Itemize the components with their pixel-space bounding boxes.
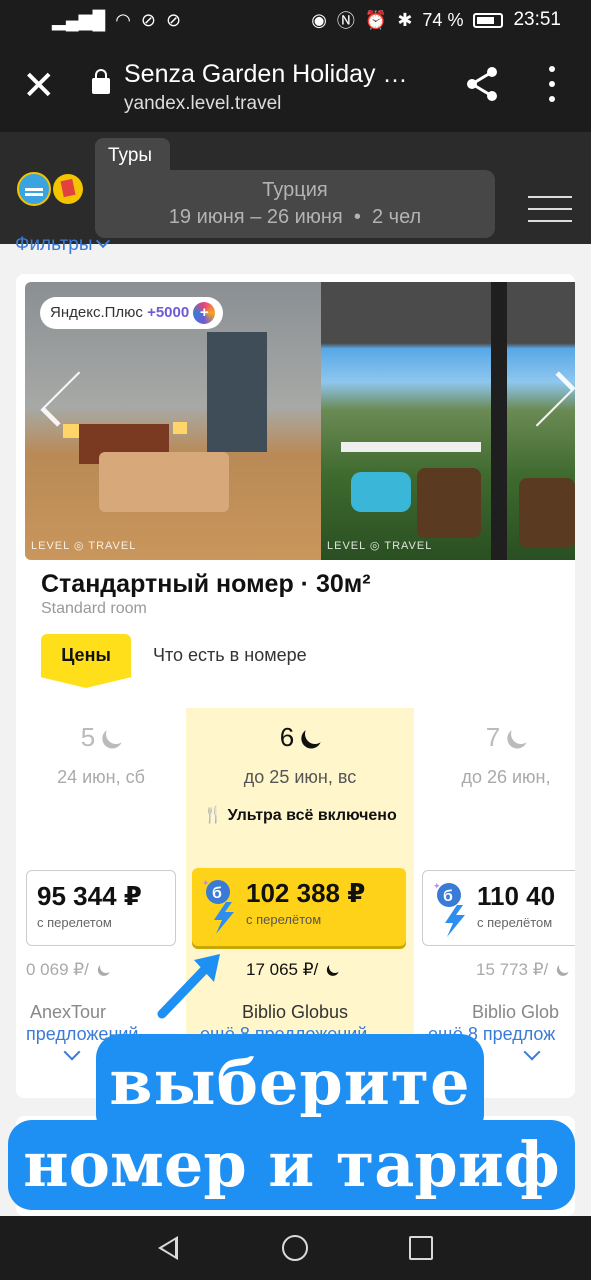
menu-icon[interactable] (528, 196, 572, 222)
search-summary[interactable]: Турция 19 июня – 26 июня • 2 чел (95, 170, 495, 238)
plus-badge-label: Яндекс.Плюс (50, 304, 143, 321)
search-dates: 19 июня – 26 июня (168, 206, 343, 228)
filters-label: Фильтры (15, 234, 93, 255)
recent-apps-icon[interactable] (409, 1236, 433, 1260)
site-logo[interactable] (17, 172, 83, 206)
browser-toolbar: ✕ Senza Garden Holiday … yandex.level.tr… (0, 40, 591, 132)
moon-icon (508, 721, 534, 747)
battery-percent: 74 % (422, 9, 464, 30)
price-per-day: 17 065 ₽/ (246, 960, 336, 980)
overlay-text-line1: выберите (109, 1046, 471, 1119)
fork-knife-icon: 🍴 (203, 807, 224, 824)
tab-prices[interactable]: Цены (41, 634, 131, 688)
tab-tours[interactable]: Туры (95, 138, 170, 172)
return-date: 24 июн, сб (57, 767, 145, 787)
clock: 23:51 (513, 9, 561, 30)
nfc-icon: Ⓝ (336, 11, 355, 31)
cashback-bolt-icon: б ✦ (202, 878, 234, 934)
more-options-icon[interactable] (540, 66, 564, 102)
price-note: с перелетом (37, 915, 112, 930)
check-circle-icon: ⊘ (166, 9, 182, 30)
nights-count: 7 (426, 722, 575, 753)
room-card: LEVEL ◎ TRAVEL LEVEL ◎ TRAVEL Яндекс.Плю… (16, 274, 575, 1098)
logo-bag-icon (53, 174, 83, 204)
yandex-plus-badge: Яндекс.Плюс +5000 (40, 297, 224, 329)
price-amount: 110 40 (477, 881, 556, 911)
moon-icon (558, 959, 573, 974)
chevron-down-icon[interactable] (63, 1043, 81, 1061)
alarm-icon: ⏰ (364, 9, 388, 30)
nights-count: 5 (26, 722, 176, 753)
search-country: Турция (262, 179, 328, 201)
search-separator: • (353, 206, 361, 228)
back-icon[interactable] (158, 1236, 178, 1260)
system-nav-bar (0, 1216, 591, 1280)
chevron-down-icon (96, 233, 111, 249)
pointer-arrow-icon (157, 954, 220, 1019)
price-button[interactable]: 95 344 ₽ с перелетом (26, 870, 176, 946)
nights-count: 6 (186, 722, 414, 753)
room-title: Стандартный номер · 30м² (41, 570, 371, 598)
site-header: Туры Турция 19 июня – 26 июня • 2 чел (0, 132, 591, 244)
svg-text:б: б (212, 885, 222, 902)
search-dates-guests: 19 июня – 26 июня • 2 чел (95, 206, 495, 229)
moon-icon (103, 721, 129, 747)
moon-icon (302, 721, 328, 747)
tour-operator: Biblio Glob (472, 1002, 560, 1022)
home-icon[interactable] (282, 1235, 308, 1261)
offer-column[interactable]: 5 24 июн, сб (26, 708, 176, 788)
price-note: с перелётом (477, 915, 553, 930)
plus-badge-value: +5000 (147, 304, 190, 321)
price-amount: 102 388 ₽ (246, 878, 366, 908)
logo-sun-icon (17, 172, 51, 206)
photo-carousel[interactable]: LEVEL ◎ TRAVEL LEVEL ◎ TRAVEL Яндекс.Плю… (25, 282, 575, 560)
cashback-bolt-icon: б ✦ (433, 881, 465, 937)
moon-icon (98, 959, 113, 974)
price-note: с перелётом (246, 912, 322, 927)
signal-icon: ▂▄▆█ (52, 9, 106, 30)
price-button[interactable]: б ✦ 110 40 с перелётом (422, 870, 575, 946)
room-subtitle: Standard room (41, 600, 147, 617)
return-date: до 25 июн, вс (243, 767, 357, 787)
price-amount: 95 344 ₽ (37, 881, 142, 911)
overlay-text-line2: номер и тариф (23, 1128, 560, 1201)
svg-text:✦: ✦ (202, 878, 210, 888)
tour-operator: Biblio Globus (242, 1002, 349, 1022)
chevron-down-icon[interactable] (523, 1043, 541, 1061)
search-guests: 2 чел (371, 206, 422, 228)
filters-link[interactable]: Фильтры (15, 233, 111, 256)
svg-text:б: б (443, 888, 453, 905)
photo-watermark: LEVEL ◎ TRAVEL (327, 540, 433, 552)
price-button-selected[interactable]: б ✦ 102 388 ₽ с перелётом (192, 868, 406, 946)
price-per-day: 15 773 ₽/ (476, 960, 566, 980)
bluetooth-icon: ✱ (397, 9, 413, 30)
page-title[interactable]: Senza Garden Holiday … (124, 60, 424, 89)
yandex-plus-icon (193, 302, 216, 324)
svg-text:✦: ✦ (433, 881, 441, 891)
status-icons-left: ▂▄▆█ ◠ ⊘ ⊘ (52, 10, 181, 31)
tab-room-amenities[interactable]: Что есть в номере (153, 645, 307, 666)
check-circle-icon: ⊘ (140, 9, 157, 30)
lock-icon[interactable] (92, 69, 110, 94)
meal-plan: 🍴 Ультра всё включено (203, 807, 397, 824)
page-url[interactable]: yandex.level.travel (124, 93, 281, 115)
status-bar: ▂▄▆█ ◠ ⊘ ⊘ ◉ Ⓝ ⏰ ✱ 74 % 23:51 (0, 0, 591, 40)
tour-operator: AnexTour (30, 1002, 107, 1022)
wifi-icon: ◠ (115, 9, 131, 30)
offer-column[interactable]: 7 до 26 июн, (426, 708, 575, 788)
status-icons-right: ◉ Ⓝ ⏰ ✱ 74 % 23:51 (311, 7, 561, 33)
photo-watermark: LEVEL ◎ TRAVEL (31, 540, 137, 552)
share-icon[interactable] (462, 64, 502, 104)
close-icon[interactable]: ✕ (22, 66, 56, 106)
return-date: до 26 июн, (461, 767, 551, 787)
eye-icon: ◉ (311, 9, 327, 30)
battery-icon (473, 12, 504, 28)
price-per-day: 0 069 ₽/ (26, 960, 107, 980)
